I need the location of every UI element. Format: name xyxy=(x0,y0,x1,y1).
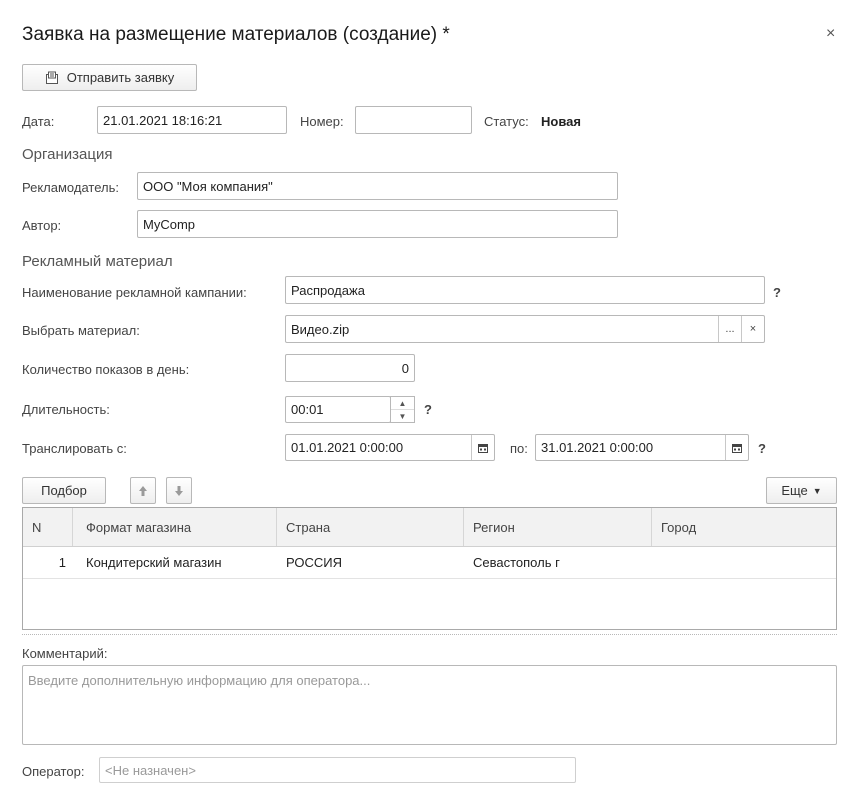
advertiser-label: Рекламодатель: xyxy=(22,180,119,195)
select-material-button[interactable]: ... xyxy=(718,316,741,342)
stepper-up-icon[interactable]: ▲ xyxy=(391,397,414,409)
campaign-field[interactable]: Распродажа xyxy=(285,276,765,304)
stores-table[interactable]: N Формат магазина Страна Регион Город 1 … xyxy=(22,507,837,630)
comment-textarea[interactable]: Введите дополнительную информацию для оп… xyxy=(22,665,837,745)
author-label: Автор: xyxy=(22,218,62,233)
column-header-format[interactable]: Формат магазина xyxy=(73,508,277,546)
send-request-button[interactable]: Отправить заявку xyxy=(22,64,197,91)
select-material-value: Видео.zip xyxy=(291,321,350,337)
author-value: MyComp xyxy=(143,216,196,232)
chevron-down-icon: ▼ xyxy=(812,485,822,496)
advertiser-field[interactable]: ООО "Моя компания" xyxy=(137,172,618,200)
select-material-field[interactable]: Видео.zip ... × xyxy=(285,315,765,343)
number-label: Номер: xyxy=(300,114,344,129)
number-field[interactable] xyxy=(355,106,472,134)
comment-label: Комментарий: xyxy=(22,646,108,661)
move-down-button[interactable] xyxy=(166,477,192,504)
operator-value: <Не назначен> xyxy=(105,762,196,778)
move-up-button[interactable] xyxy=(130,477,156,504)
window-title: Заявка на размещение материалов (создани… xyxy=(22,24,450,45)
duration-stepper[interactable]: ▲ ▼ xyxy=(390,396,415,423)
date-label: Дата: xyxy=(22,114,55,129)
broadcast-to-value: 31.01.2021 0:00:00 xyxy=(541,440,654,455)
campaign-value: Распродажа xyxy=(291,282,365,298)
shows-per-day-field[interactable]: 0 xyxy=(285,354,415,382)
shows-per-day-value: 0 xyxy=(401,360,409,376)
calendar-icon[interactable] xyxy=(471,435,494,460)
splitter[interactable] xyxy=(22,634,837,635)
status-label: Статус: xyxy=(484,114,529,129)
organization-section-title: Организация xyxy=(22,146,113,163)
close-icon[interactable]: × xyxy=(826,25,835,43)
pick-button[interactable]: Подбор xyxy=(22,477,106,504)
cell-n: 1 xyxy=(58,554,66,570)
arrow-up-icon xyxy=(139,485,147,496)
author-field[interactable]: MyComp xyxy=(137,210,618,238)
comment-placeholder: Введите дополнительную информацию для оп… xyxy=(28,673,371,688)
column-header-region[interactable]: Регион xyxy=(464,508,652,546)
more-button[interactable]: Еще ▼ xyxy=(766,477,837,504)
broadcast-from-value: 01.01.2021 0:00:00 xyxy=(291,440,404,455)
shows-per-day-label: Количество показов в день: xyxy=(22,362,190,377)
table-header: N Формат магазина Страна Регион Город xyxy=(23,508,836,547)
select-material-label: Выбрать материал: xyxy=(22,323,140,338)
arrow-down-icon xyxy=(175,485,183,496)
advertiser-value: ООО "Моя компания" xyxy=(143,178,273,194)
duration-label: Длительность: xyxy=(22,402,110,417)
duration-field[interactable]: 00:01 xyxy=(285,396,391,423)
pick-button-label: Подбор xyxy=(41,483,87,498)
column-header-city[interactable]: Город xyxy=(652,508,836,546)
date-value: 21.01.2021 18:16:21 xyxy=(103,112,223,128)
send-request-label: Отправить заявку xyxy=(66,70,175,85)
column-header-country[interactable]: Страна xyxy=(277,508,464,546)
broadcast-help-icon[interactable]: ? xyxy=(758,441,766,456)
cell-format: Кондитерский магазин xyxy=(86,554,222,570)
broadcast-to-field[interactable]: 31.01.2021 0:00:00 xyxy=(535,434,749,461)
operator-label: Оператор: xyxy=(22,764,85,779)
status-value: Новая xyxy=(541,114,581,129)
document-send-icon xyxy=(45,71,58,84)
duration-value: 00:01 xyxy=(291,402,324,417)
clear-material-button[interactable]: × xyxy=(741,316,764,342)
campaign-help-icon[interactable]: ? xyxy=(773,285,781,300)
more-button-label: Еще xyxy=(781,483,808,498)
broadcast-to-label: по: xyxy=(510,441,528,456)
campaign-label: Наименование рекламной кампании: xyxy=(22,285,247,300)
calendar-icon[interactable] xyxy=(725,435,748,460)
table-row[interactable]: 1 Кондитерский магазин РОССИЯ Севастопол… xyxy=(23,546,836,579)
broadcast-from-field[interactable]: 01.01.2021 0:00:00 xyxy=(285,434,495,461)
cell-region: Севастополь г xyxy=(473,554,560,570)
cell-country: РОССИЯ xyxy=(286,554,343,570)
column-header-n[interactable]: N xyxy=(23,508,73,546)
broadcast-label: Транслировать с: xyxy=(22,441,127,456)
material-section-title: Рекламный материал xyxy=(22,253,173,270)
operator-field[interactable]: <Не назначен> xyxy=(99,757,576,783)
duration-help-icon[interactable]: ? xyxy=(424,402,432,417)
stepper-down-icon[interactable]: ▼ xyxy=(391,409,414,422)
date-field[interactable]: 21.01.2021 18:16:21 xyxy=(97,106,287,134)
